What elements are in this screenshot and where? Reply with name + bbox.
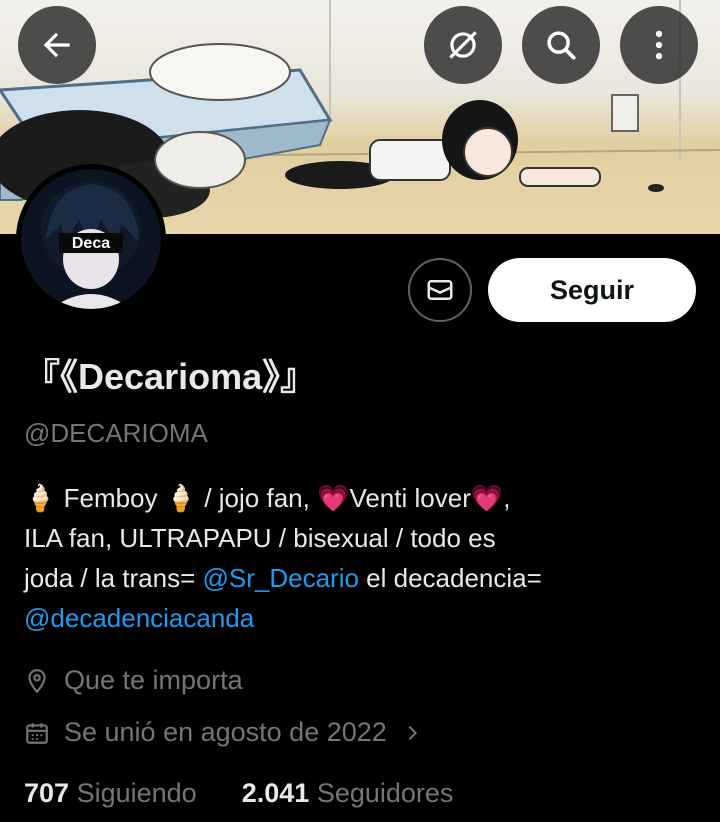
bio: 🍦 Femboy 🍦 / jojo fan, 💗Venti lover💗, IL… [24, 478, 704, 638]
mention-link[interactable]: @decadenciacanda [24, 603, 254, 633]
chevron-right-icon [408, 725, 417, 740]
follow-button[interactable]: Seguir [488, 258, 696, 322]
follow-stats: 707 Siguiendo 2.041 Seguidores [24, 778, 453, 809]
arrow-left-icon [43, 32, 70, 58]
following-label: Siguiendo [76, 778, 197, 808]
followers-label: Seguidores [316, 778, 454, 808]
handle: @DECARIOMA [24, 418, 208, 448]
avatar[interactable]: Deca [16, 164, 166, 314]
following-count: 707 [24, 778, 70, 808]
following-link[interactable]: 707 Siguiendo [24, 778, 197, 808]
display-name: 『《Decarioma》』 [24, 356, 317, 397]
location-text: Que te importa [64, 665, 243, 695]
join-date-text: Se unió en agosto de 2022 [64, 717, 387, 747]
bio-line: @decadenciacanda [24, 598, 704, 638]
eye-slash-icon [449, 31, 477, 59]
join-date[interactable]: Se unió en agosto de 2022 [24, 717, 423, 748]
location: Que te importa [24, 665, 243, 696]
bio-line: ILA fan, ULTRAPAPU / bisexual / todo es [24, 523, 496, 553]
message-button[interactable] [408, 258, 472, 322]
search-icon [547, 31, 576, 60]
avatar-text: Deca [72, 235, 110, 252]
hide-profile-button[interactable] [424, 6, 502, 84]
more-vertical-icon [655, 30, 663, 60]
more-options-button[interactable] [620, 6, 698, 84]
followers-link[interactable]: 2.041 Seguidores [242, 778, 454, 808]
bio-line: joda / la trans= @Sr_Decario el decadenc… [24, 558, 704, 598]
followers-count: 2.041 [241, 778, 310, 808]
search-button[interactable] [522, 6, 600, 84]
avatar-image: Deca [21, 169, 161, 309]
mention-link[interactable]: @Sr_Decario [203, 563, 359, 593]
location-pin-icon [28, 668, 46, 693]
calendar-icon [26, 722, 48, 744]
envelope-icon [427, 280, 453, 300]
back-button[interactable] [18, 6, 96, 84]
bio-text: joda / la trans= [24, 563, 203, 593]
bio-line: 🍦 Femboy 🍦 / jojo fan, 💗Venti lover💗, [24, 483, 511, 513]
bio-text: el decadencia= [358, 563, 542, 593]
